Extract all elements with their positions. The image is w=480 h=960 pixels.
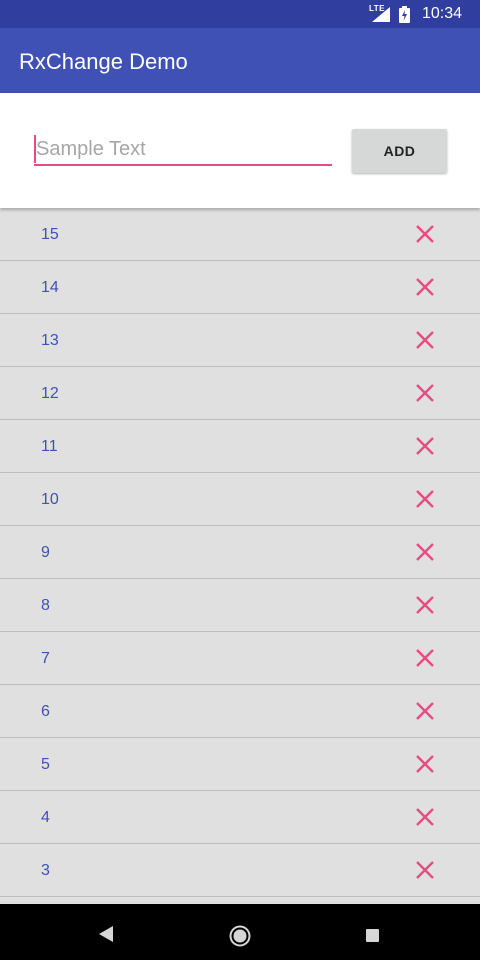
item-number: 10 <box>41 491 59 508</box>
home-circle-icon[interactable] <box>229 925 251 947</box>
app-bar: RxChange Demo <box>0 28 480 93</box>
item-number: 12 <box>41 385 59 402</box>
item-list[interactable]: 15 14 13 12 11 10 9 8 7 6 5 4 3 2 <box>0 208 480 904</box>
list-item: 6 <box>0 685 480 738</box>
item-number: 11 <box>41 438 58 455</box>
item-number: 8 <box>41 597 50 614</box>
navigation-bar <box>0 904 480 960</box>
text-cursor <box>34 135 36 163</box>
item-number: 15 <box>41 226 59 243</box>
list-item: 13 <box>0 314 480 367</box>
list-item: 7 <box>0 632 480 685</box>
item-number: 3 <box>41 862 50 879</box>
clock: 10:34 <box>421 5 462 22</box>
list-item: 3 <box>0 844 480 897</box>
list-item: 14 <box>0 261 480 314</box>
list-item: 11 <box>0 420 480 473</box>
item-number: 5 <box>41 756 50 773</box>
back-triangle-icon[interactable] <box>99 926 113 942</box>
item-number: 7 <box>41 650 50 667</box>
list-item: 8 <box>0 579 480 632</box>
cell-signal-icon <box>372 7 390 22</box>
item-number: 13 <box>41 332 59 349</box>
close-icon[interactable] <box>412 274 438 300</box>
list-item: 12 <box>0 367 480 420</box>
list-item: 10 <box>0 473 480 526</box>
close-icon[interactable] <box>412 592 438 618</box>
app-title: RxChange Demo <box>19 49 188 74</box>
close-icon[interactable] <box>412 433 438 459</box>
item-number: 9 <box>41 544 50 561</box>
item-number: 14 <box>41 279 59 296</box>
close-icon[interactable] <box>412 804 438 830</box>
close-icon[interactable] <box>412 539 438 565</box>
item-number: 6 <box>41 703 50 720</box>
close-icon[interactable] <box>412 486 438 512</box>
list-item: 4 <box>0 791 480 844</box>
close-icon[interactable] <box>412 645 438 671</box>
list-item: 15 <box>0 208 480 261</box>
list-item: 2 <box>0 897 480 904</box>
add-button[interactable]: ADD <box>352 129 447 173</box>
close-icon[interactable] <box>412 221 438 247</box>
battery-icon <box>399 6 410 23</box>
recents-square-icon[interactable] <box>366 929 379 942</box>
item-number: 4 <box>41 809 50 826</box>
list-item: 9 <box>0 526 480 579</box>
close-icon[interactable] <box>412 380 438 406</box>
status-bar: LTE 10:34 <box>0 0 480 28</box>
close-icon[interactable] <box>412 327 438 353</box>
close-icon[interactable] <box>412 751 438 777</box>
close-icon[interactable] <box>412 698 438 724</box>
sample-text-input[interactable] <box>34 135 332 166</box>
close-icon[interactable] <box>412 857 438 883</box>
list-item: 5 <box>0 738 480 791</box>
